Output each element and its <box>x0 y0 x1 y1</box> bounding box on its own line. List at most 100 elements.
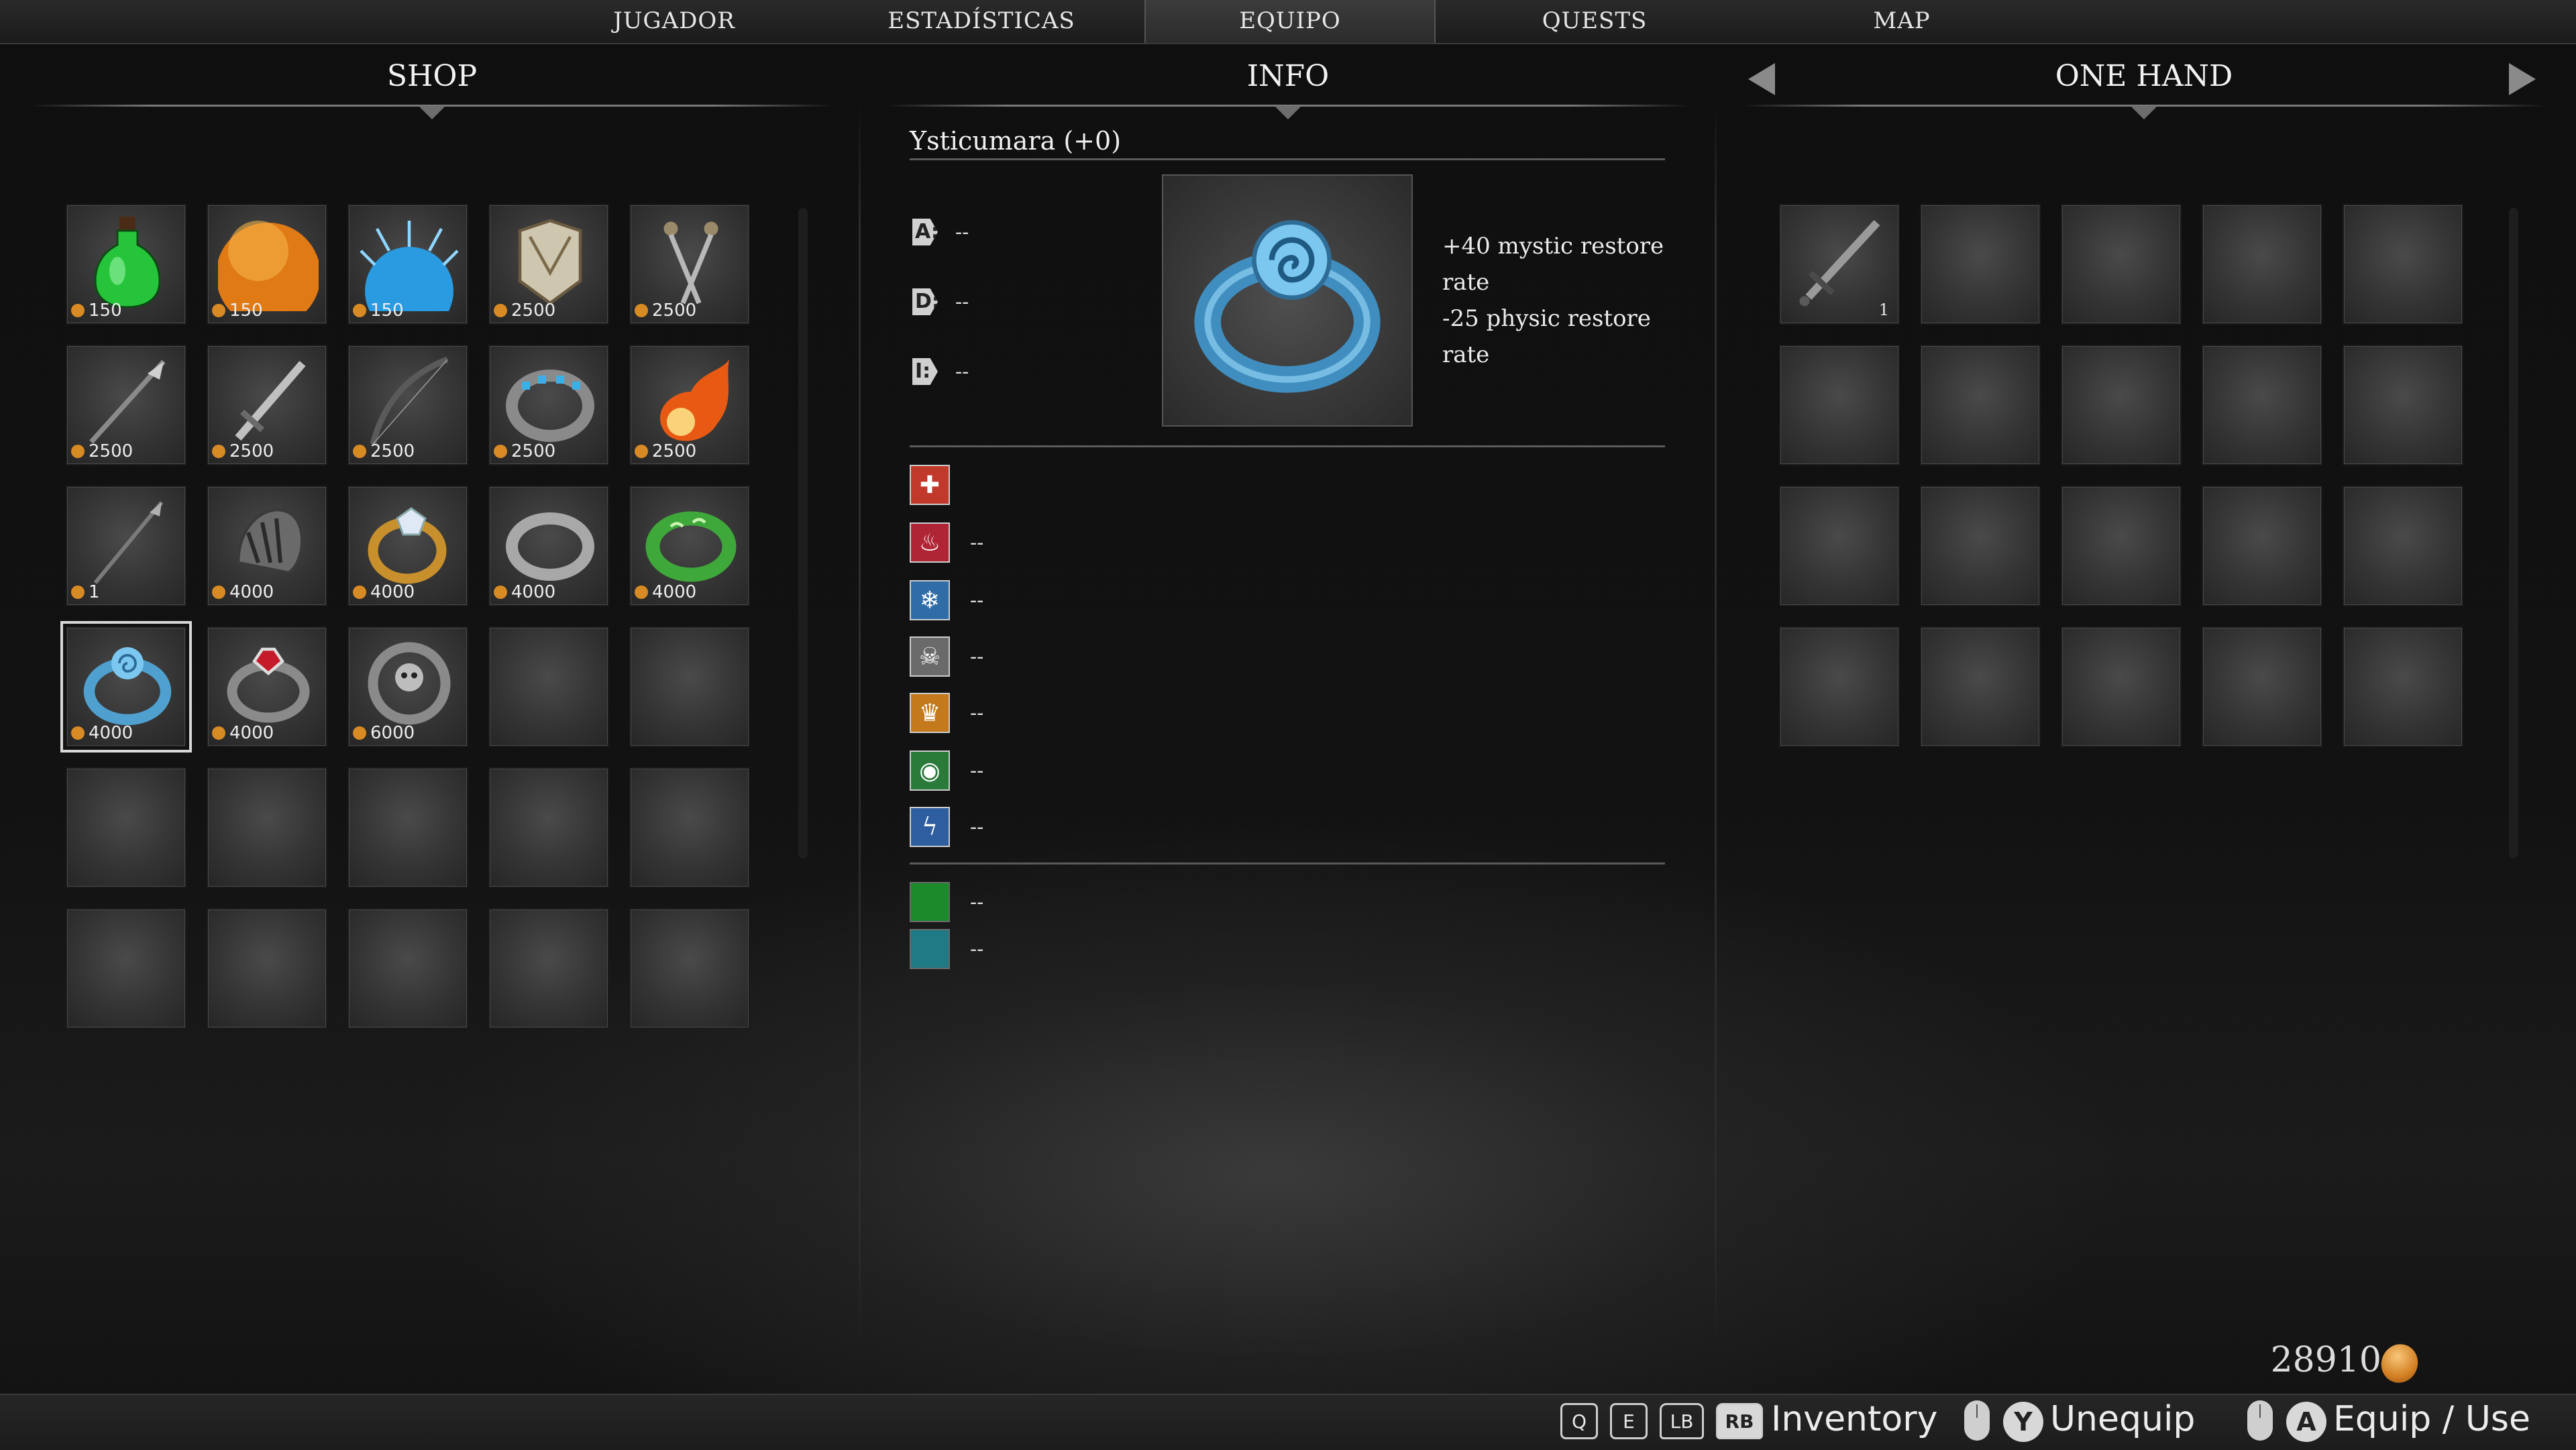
equip-slot-empty[interactable] <box>1920 486 2041 606</box>
equip-slot-empty[interactable] <box>2202 345 2322 465</box>
resistance-row: ✚ <box>910 463 970 507</box>
fireball-icon <box>659 359 729 441</box>
shop-slot-empty[interactable] <box>629 767 750 888</box>
shop-slot-blue-spiral-ring[interactable]: 4000 <box>60 621 192 752</box>
inventory-hint[interactable]: Inventory <box>1771 1399 1937 1439</box>
blue-spiral-ring-preview-icon <box>1194 220 1381 393</box>
shop-slot-empty[interactable] <box>347 767 468 888</box>
resistance-row: ◉ -- <box>910 748 983 793</box>
extra-row: -- <box>910 927 983 971</box>
resistance-row: ♛ -- <box>910 691 983 735</box>
shop-slot-claw-ring[interactable]: 4000 <box>207 486 327 606</box>
twin-daggers-icon <box>663 221 718 304</box>
orange-orb-icon <box>218 221 319 311</box>
shop-slot-longbow[interactable]: 2500 <box>347 345 468 465</box>
price-label: 4000 <box>635 582 696 602</box>
price-label: 4000 <box>212 582 274 602</box>
shop-slot-green-rune-ring[interactable]: 4000 <box>629 486 750 606</box>
equip-slot-empty[interactable] <box>2061 486 2182 606</box>
equip-slot-empty[interactable] <box>2202 204 2322 325</box>
blue-spiked-orb-icon <box>360 221 459 311</box>
tab-estadisticas[interactable]: ESTADÍSTICAS <box>837 0 1126 43</box>
description-line: +40 mystic restore <box>1442 233 1664 260</box>
equip-slot-empty[interactable] <box>1779 345 1900 465</box>
equip-use-hint[interactable]: Equip / Use <box>2333 1399 2530 1439</box>
tab-equipo[interactable]: EQUIPO <box>1144 0 1436 43</box>
shop-slot-empty[interactable] <box>66 908 186 1029</box>
tab-map[interactable]: MAP <box>1758 0 2046 43</box>
stat-value: -- <box>955 290 969 314</box>
equip-slot-empty[interactable] <box>1920 204 2041 325</box>
equip-slot-empty[interactable] <box>2202 626 2322 747</box>
intelligence-icon: I: <box>912 353 946 390</box>
equip-slot-empty[interactable] <box>1779 626 1900 747</box>
shop-slot-empty[interactable] <box>629 908 750 1029</box>
shop-slot-empty[interactable] <box>207 908 327 1029</box>
green-ring-icon <box>645 511 737 582</box>
shop-slot-greatsword[interactable]: 2500 <box>207 345 327 465</box>
cross-icon: ✚ <box>910 465 950 505</box>
extra-row: -- <box>910 880 983 924</box>
stat-value: -- <box>955 220 969 244</box>
equip-slot-empty[interactable] <box>1920 345 2041 465</box>
tab-quests[interactable]: QUESTS <box>1450 0 1739 43</box>
equip-slot-empty[interactable] <box>2061 204 2182 325</box>
y-button-icon: Y <box>2003 1402 2043 1442</box>
resistance-value: -- <box>970 701 984 725</box>
stat-value: -- <box>955 359 969 384</box>
equip-slot-sword[interactable]: 1 <box>1779 204 1900 325</box>
defense-icon: D: <box>912 283 946 321</box>
resistance-row: ☠ -- <box>910 634 983 679</box>
shop-slot-skull-ring[interactable]: 6000 <box>347 626 468 747</box>
shop-slot-iron-spear[interactable]: 1 <box>66 486 186 606</box>
equip-slot-empty[interactable] <box>2343 486 2463 606</box>
teal-square-icon <box>910 929 950 969</box>
top-tab-bar: JUGADOR ESTADÍSTICAS EQUIPO QUESTS MAP <box>0 0 2576 44</box>
shop-slot-green-potion[interactable]: 150 <box>66 204 186 325</box>
shop-slot-empty[interactable] <box>488 767 609 888</box>
price-label: 6000 <box>353 723 415 743</box>
equip-slot-empty[interactable] <box>2061 626 2182 747</box>
unequip-hint[interactable]: Unequip <box>2050 1399 2195 1439</box>
shop-slot-spear[interactable]: 2500 <box>66 345 186 465</box>
resistance-value: -- <box>970 645 984 669</box>
price-label: 150 <box>212 300 263 321</box>
equip-slot-empty[interactable] <box>2061 345 2182 465</box>
equip-slot-empty[interactable] <box>2343 345 2463 465</box>
shop-scrollbar[interactable] <box>798 208 808 858</box>
price-label: 2500 <box>212 441 274 461</box>
extra-value: -- <box>970 890 984 914</box>
bow-icon <box>370 356 449 445</box>
shop-slot-blue-spiked-orb[interactable]: 150 <box>347 204 468 325</box>
shop-slot-fireball[interactable]: 2500 <box>629 345 750 465</box>
equip-slot-empty[interactable] <box>2202 486 2322 606</box>
shop-slot-empty[interactable] <box>488 908 609 1029</box>
equip-slot-empty[interactable] <box>1779 486 1900 606</box>
shop-slot-orange-orb[interactable]: 150 <box>207 204 327 325</box>
one-hand-scrollbar[interactable] <box>2509 208 2518 858</box>
equip-slot-empty[interactable] <box>1920 626 2041 747</box>
shop-slot-empty[interactable] <box>629 626 750 747</box>
equip-slot-empty[interactable] <box>2343 204 2463 325</box>
ruby-ring-icon <box>227 647 310 723</box>
shop-slot-empty[interactable] <box>207 767 327 888</box>
item-name: Ysticumara (+0) <box>910 126 1122 156</box>
item-count: 1 <box>1878 300 1889 319</box>
tab-jugador[interactable]: JUGADOR <box>530 0 818 43</box>
shop-slot-twin-daggers[interactable]: 2500 <box>629 204 750 325</box>
shop-slot-empty[interactable] <box>347 908 468 1029</box>
shop-slot-ruby-ring[interactable]: 4000 <box>207 626 327 747</box>
shop-slot-gold-diamond-ring[interactable]: 4000 <box>347 486 468 606</box>
resistance-value: -- <box>970 815 984 839</box>
shop-slot-gem-studded-ring[interactable]: 2500 <box>488 345 609 465</box>
description-line: -25 physic restore <box>1442 305 1651 332</box>
shop-slot-empty[interactable] <box>488 626 609 747</box>
spear-icon <box>89 359 166 444</box>
shop-slot-silver-band-ring[interactable]: 4000 <box>488 486 609 606</box>
description-line: rate <box>1442 341 1490 368</box>
equip-slot-empty[interactable] <box>2343 626 2463 747</box>
shop-slot-empty[interactable] <box>66 767 186 888</box>
greatsword-icon <box>235 361 306 441</box>
key-e-icon: E <box>1610 1403 1648 1439</box>
shop-slot-leather-armor[interactable]: 2500 <box>488 204 609 325</box>
